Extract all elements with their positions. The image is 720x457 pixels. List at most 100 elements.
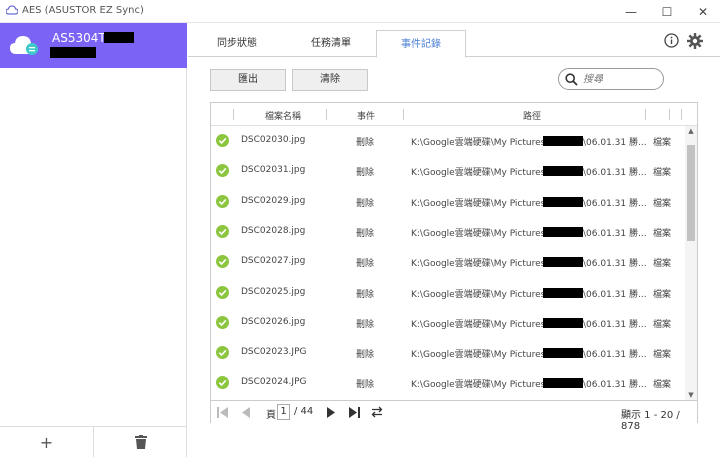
add-button[interactable]: + (0, 427, 93, 457)
delete-button[interactable] (93, 427, 187, 457)
redaction-bar (543, 166, 583, 177)
table-row[interactable]: DSC02024.JPG 刪除 K:\Google雲端硬碟\My Pictures\… (211, 368, 685, 398)
column-divider (326, 109, 327, 120)
cell-type: 檔案 (653, 289, 672, 300)
table-row[interactable]: DSC02026.jpg 刪除 K:\Google雲端硬碟\My Pictures\… (211, 308, 685, 338)
table-row[interactable]: DSC02027.jpg 刪除 K:\Google雲端硬碟\My Pictures\… (211, 247, 685, 277)
redaction-bar (543, 196, 583, 207)
tab-task-list[interactable]: 任務清單 (286, 30, 376, 57)
search-box[interactable] (558, 68, 664, 90)
cell-filename: DSC02024.JPG (241, 377, 307, 388)
maximize-button[interactable]: ☐ (650, 0, 684, 23)
cell-filename: DSC02026.jpg (241, 316, 306, 327)
cell-path: K:\Google雲端硬碟\My Pictures\ (411, 289, 549, 300)
cell-path-end: \06.01.31 勝... (583, 289, 647, 300)
tab-bar: 同步狀態 任務清單 事件記錄 (188, 30, 720, 58)
scroll-down-icon[interactable]: ▼ (685, 391, 697, 399)
info-icon[interactable] (664, 33, 679, 48)
cell-path-end: \06.01.31 勝... (583, 228, 647, 239)
redaction-bar (543, 257, 583, 268)
scrollbar-thumb[interactable] (687, 145, 695, 241)
sidebar: AS5304T- + (0, 23, 187, 457)
cell-path-end: \06.01.31 勝... (583, 168, 647, 179)
column-divider (233, 109, 234, 120)
success-check-icon (216, 194, 229, 208)
cell-type: 檔案 (653, 198, 672, 209)
window-title: AES (ASUSTOR EZ Sync) (22, 5, 144, 16)
column-divider (403, 109, 404, 120)
cell-filename: DSC02027.jpg (241, 256, 306, 267)
cell-event: 刪除 (356, 350, 375, 361)
cell-type: 檔案 (653, 138, 672, 148)
column-header-filename[interactable]: 檔案名稱 (265, 109, 301, 122)
table-row[interactable]: DSC02025.jpg 刪除 K:\Google雲端硬碟\My Pictures\… (211, 278, 685, 308)
table-row[interactable]: DSC02031.jpg 刪除 K:\Google雲端硬碟\My Pictures\… (211, 156, 685, 186)
redaction-bar (104, 32, 134, 43)
cell-type: 檔案 (653, 380, 672, 391)
search-input[interactable] (583, 72, 659, 86)
table-row[interactable]: DSC02023.JPG 刪除 K:\Google雲端硬碟\My Pictures\… (211, 338, 685, 368)
vertical-scrollbar[interactable]: ▲ ▼ (685, 126, 697, 400)
success-check-icon (216, 285, 229, 299)
cell-filename: DSC02029.jpg (241, 195, 306, 206)
table-row[interactable]: DSC02029.jpg 刪除 K:\Google雲端硬碟\My Pictures\… (211, 187, 685, 217)
cell-event: 刪除 (356, 380, 375, 391)
cell-type: 檔案 (653, 168, 672, 179)
redaction-bar (543, 287, 583, 298)
success-check-icon (216, 376, 229, 390)
cell-path: K:\Google雲端硬碟\My Pictures\ (411, 198, 549, 209)
cell-path: K:\Google雲端硬碟\My Pictures\ (411, 319, 549, 330)
first-page-icon[interactable] (217, 407, 228, 418)
scroll-up-icon[interactable]: ▲ (685, 127, 697, 135)
cell-type: 檔案 (653, 319, 672, 330)
success-check-icon (216, 224, 229, 238)
redaction-bar (543, 348, 583, 359)
success-check-icon (216, 315, 229, 329)
event-log-table: 檔案名稱 事件 路徑 DSC02030.jpg 刪除 K:\Google雲端硬碟\M… (210, 102, 698, 432)
tab-sync-status[interactable]: 同步狀態 (188, 30, 286, 57)
previous-page-icon[interactable] (241, 407, 250, 418)
column-header-event[interactable]: 事件 (357, 109, 375, 122)
tab-event-log[interactable]: 事件記錄 (376, 30, 466, 58)
title-bar: AES (ASUSTOR EZ Sync) — ☐ ✕ (0, 0, 720, 23)
close-button[interactable]: ✕ (686, 0, 720, 23)
success-check-icon (216, 164, 229, 178)
page-label: 頁 (266, 410, 276, 421)
device-name: AS5304T- (52, 31, 109, 45)
table-row[interactable]: DSC02028.jpg 刪除 K:\Google雲端硬碟\My Pictures\… (211, 217, 685, 247)
record-count: 顯示 1 - 20 / 878 (621, 410, 680, 432)
page-number-input[interactable]: 1 (277, 404, 290, 420)
cell-event: 刪除 (356, 319, 375, 330)
success-check-icon (216, 134, 229, 147)
cell-path-end: \06.01.31 勝... (583, 259, 647, 270)
redaction-bar (543, 226, 583, 237)
cell-path: K:\Google雲端硬碟\My Pictures\ (411, 350, 549, 361)
table-header: 檔案名稱 事件 路徑 (211, 103, 697, 126)
column-divider (669, 109, 670, 120)
cell-event: 刪除 (356, 259, 375, 270)
minimize-button[interactable]: — (614, 0, 648, 23)
refresh-icon[interactable] (371, 406, 383, 418)
cloud-sync-icon (10, 36, 38, 55)
cell-path-end: \06.01.31 勝... (583, 380, 647, 391)
main-panel: 同步狀態 任務清單 事件記錄 匯出 清除 檔案名稱 事件 (188, 23, 720, 457)
export-button[interactable]: 匯出 (210, 69, 286, 91)
cell-filename: DSC02031.jpg (241, 165, 306, 176)
cell-type: 檔案 (653, 350, 672, 361)
column-header-path[interactable]: 路徑 (523, 109, 541, 122)
clear-button[interactable]: 清除 (292, 69, 368, 91)
cell-event: 刪除 (356, 168, 375, 179)
success-check-icon (216, 346, 229, 360)
cell-event: 刪除 (356, 289, 375, 300)
trash-icon (134, 435, 147, 449)
cell-event: 刪除 (356, 228, 375, 239)
table-row[interactable]: DSC02030.jpg 刪除 K:\Google雲端硬碟\My Pictures\… (211, 126, 685, 156)
sidebar-item-device[interactable]: AS5304T- (0, 23, 187, 68)
sidebar-footer: + (0, 426, 187, 457)
cell-event: 刪除 (356, 198, 375, 209)
next-page-icon[interactable] (327, 407, 336, 418)
gear-icon[interactable] (687, 33, 703, 49)
cell-path: K:\Google雲端硬碟\My Pictures\ (411, 259, 549, 270)
pagination-bar: 頁 1 / 44 顯示 1 - 20 / 878 (211, 400, 697, 432)
last-page-icon[interactable] (349, 407, 360, 418)
